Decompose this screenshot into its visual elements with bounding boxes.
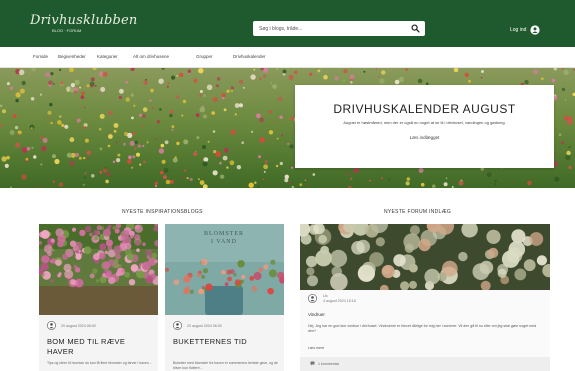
forum-meta: Lis 4 august 2024 15:18	[308, 294, 356, 303]
search-box	[253, 21, 425, 36]
hero-read-link[interactable]: Læs indlægget	[410, 135, 440, 140]
login-button[interactable]: Log ind	[510, 24, 541, 35]
svg-text:I VAND: I VAND	[211, 239, 237, 245]
hero-card: DRIVHUSKALENDER AUGUST August er høstmån…	[295, 85, 554, 168]
top-header: Drivhusklubben BLOG · FORUM Log ind	[0, 0, 575, 47]
card-title[interactable]: BUKETTERNES TID	[173, 337, 278, 347]
hero-text: August er høstmåned, men der er også nu …	[343, 120, 506, 125]
card-date: 20 august 2024 06:00	[61, 323, 96, 328]
grapes-image	[300, 224, 550, 290]
bouquet-image: BLOMSTER I VAND	[165, 224, 284, 315]
nav-item-drivhusene[interactable]: Alt om drivhusene	[133, 54, 169, 59]
card-meta: 20 august 2024 06:00	[47, 321, 96, 330]
pink-flowers-image	[39, 224, 158, 315]
card-excerpt: Tips og idéer til hvordan du kan få fler…	[47, 361, 152, 365]
forum-post-title[interactable]: Vindruer	[308, 312, 325, 317]
forum-footer: 1 kommentar	[300, 357, 550, 371]
svg-text:BLOMSTER: BLOMSTER	[204, 231, 244, 237]
search-input[interactable]	[259, 23, 399, 34]
blog-section-title: NYESTE INSPIRATIONSBLOGS	[122, 209, 203, 215]
card-date: 20 august 2024 06:00	[187, 323, 222, 328]
logo-subtitle: BLOG · FORUM	[52, 28, 82, 33]
avatar-icon	[47, 321, 56, 330]
blog-card[interactable]: BLOMSTER I VAND 20 august 2024 06:00 BUK…	[165, 224, 284, 371]
nav-item-kategorier[interactable]: Kategorier	[97, 54, 118, 59]
user-icon	[530, 24, 541, 35]
comment-count[interactable]: 1 kommentar	[318, 362, 339, 366]
forum-post-body: Hej. Jeg har en god stor vindrue i drivh…	[308, 324, 537, 333]
read-more-link[interactable]: Læs mere	[308, 346, 324, 350]
avatar-icon	[308, 294, 317, 303]
forum-date: 4 august 2024 15:18	[323, 299, 356, 303]
blog-card[interactable]: 20 august 2024 06:00 BOM MED TIL RÆVE HA…	[39, 224, 158, 371]
comment-icon	[310, 361, 315, 366]
search-icon[interactable]	[411, 24, 420, 33]
hero-title: DRIVHUSKALENDER AUGUST	[333, 102, 516, 116]
nav-item-grupper[interactable]: Grupper	[196, 54, 213, 59]
card-excerpt: Buketter med blomster fra haven er somme…	[173, 361, 278, 370]
avatar-icon	[173, 321, 182, 330]
nav-item-begivenheder[interactable]: Begivenheder	[58, 54, 86, 59]
site-logo[interactable]: Drivhusklubben BLOG · FORUM	[30, 13, 138, 34]
forum-author[interactable]: Lis	[323, 294, 356, 298]
login-label: Log ind	[510, 26, 527, 33]
main-nav: Forside Begivenheder Kategorier Alt om d…	[0, 47, 575, 68]
forum-section-title: NYESTE FORUM INDLÆG	[384, 209, 452, 215]
logo-text: Drivhusklubben	[30, 13, 138, 28]
hero-banner: DRIVHUSKALENDER AUGUST August er høstmån…	[0, 68, 575, 188]
forum-post-card[interactable]: Lis 4 august 2024 15:18 Vindruer Hej. Je…	[300, 224, 550, 371]
nav-item-forside[interactable]: Forside	[33, 54, 48, 59]
card-meta: 20 august 2024 06:00	[173, 321, 222, 330]
nav-item-drivhuskalender[interactable]: Drivhuskalender	[233, 54, 266, 59]
card-title[interactable]: BOM MED TIL RÆVE HAVER	[47, 337, 152, 357]
